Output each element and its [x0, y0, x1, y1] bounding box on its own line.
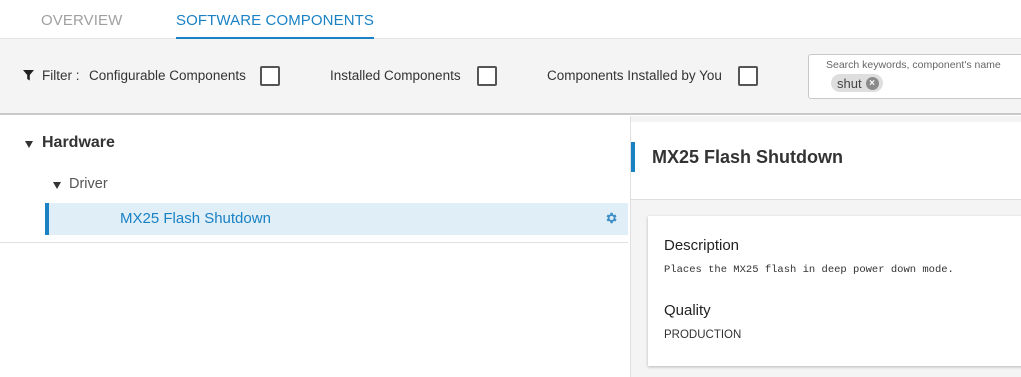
caret-down-icon[interactable]: [53, 182, 61, 189]
installed-components-label: Installed Components: [330, 68, 461, 83]
detail-card: Description Places the MX25 flash in dee…: [648, 216, 1021, 366]
tree-divider: [0, 242, 628, 243]
filter-funnel-icon: [23, 70, 34, 81]
search-input[interactable]: Search keywords, component's name shut ×: [808, 54, 1021, 99]
quality-value: PRODUCTION: [664, 329, 742, 341]
installed-by-you-checkbox[interactable]: [738, 66, 758, 86]
tab-software-components[interactable]: SOFTWARE COMPONENTS: [176, 12, 375, 39]
installed-by-you-label: Components Installed by You: [547, 68, 722, 83]
gear-icon[interactable]: [604, 211, 618, 225]
tab-overview[interactable]: OVERVIEW: [41, 12, 122, 29]
description-heading: Description: [664, 237, 740, 254]
detail-panel: MX25 Flash Shutdown Description Places t…: [630, 116, 1021, 377]
filter-bar: Filter : Configurable Components Install…: [0, 39, 1021, 115]
detail-title: MX25 Flash Shutdown: [652, 147, 844, 167]
tree-node-driver[interactable]: Driver: [69, 176, 108, 192]
tree-item-label: MX25 Flash Shutdown: [120, 210, 271, 227]
search-chip: shut ×: [831, 74, 883, 92]
tab-bar: OVERVIEW SOFTWARE COMPONENTS: [0, 0, 1021, 39]
installed-components-checkbox[interactable]: [477, 66, 497, 86]
quality-heading: Quality: [664, 302, 711, 319]
filter-label: Filter :: [42, 68, 80, 83]
search-chip-label: shut: [837, 75, 862, 91]
tree-node-hardware[interactable]: Hardware: [42, 134, 115, 152]
configurable-components-label: Configurable Components: [89, 68, 246, 83]
component-tree: Hardware Driver MX25 Flash Shutdown: [0, 116, 628, 377]
tree-item-selected[interactable]: MX25 Flash Shutdown: [45, 203, 628, 235]
close-circle-icon[interactable]: ×: [865, 76, 879, 90]
caret-down-icon[interactable]: [25, 141, 33, 148]
description-text: Places the MX25 flash in deep power down…: [664, 264, 954, 276]
header-accent-bar: [631, 142, 635, 172]
search-placeholder: Search keywords, component's name: [826, 59, 1001, 71]
configurable-components-checkbox[interactable]: [260, 66, 280, 86]
detail-header: MX25 Flash Shutdown: [631, 122, 1021, 200]
